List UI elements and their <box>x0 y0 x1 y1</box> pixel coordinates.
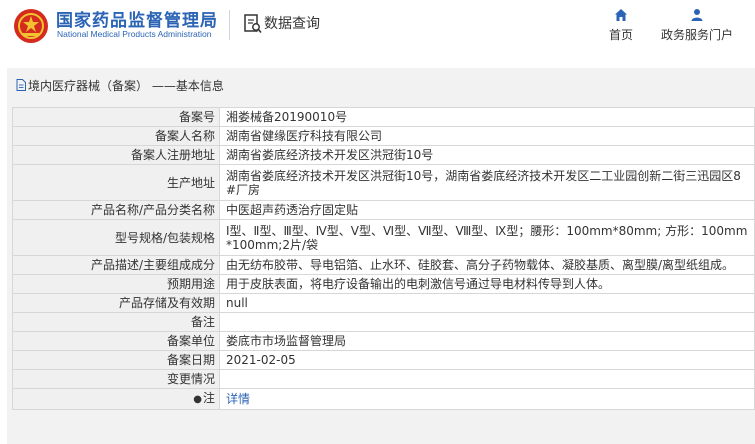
note-label: 注 <box>202 391 215 405</box>
site-header: 国家药品监督管理局 National Medical Products Admi… <box>0 0 755 60</box>
details-link[interactable]: 详情 <box>226 392 250 406</box>
table-row: 备案人名称 湖南省健缘医疗科技有限公司 <box>12 126 755 146</box>
row-label: 变更情况 <box>12 369 220 389</box>
table-row: 备案日期 2021-02-05 <box>12 350 755 370</box>
document-icon <box>16 79 26 91</box>
table-row: 生产地址 湖南省娄底经济技术开发区洪冠街10号，湖南省娄底经济技术开发区二工业园… <box>12 164 755 201</box>
row-label: 备案人注册地址 <box>12 145 220 165</box>
row-label: 备案号 <box>12 107 220 127</box>
table-row: 备注 <box>12 312 755 332</box>
row-value: 湘娄械备20190010号 <box>219 107 755 127</box>
logo-title: 国家药品监督管理局 <box>56 11 218 31</box>
row-label: 备案日期 <box>12 350 220 370</box>
row-label: 生产地址 <box>12 164 220 201</box>
table-row: 型号规格/包装规格 Ⅰ型、Ⅱ型、Ⅲ型、Ⅳ型、Ⅴ型、Ⅵ型、Ⅶ型、Ⅷ型、Ⅸ型；腰形：… <box>12 219 755 256</box>
row-label: 预期用途 <box>12 274 220 294</box>
row-value: 用于皮肤表面，将电疗设备输出的电刺激信号通过导电材料传导到人体。 <box>219 274 755 294</box>
table-row: 备案号 湘娄械备20190010号 <box>12 107 755 127</box>
row-label: 产品存储及有效期 <box>12 293 220 313</box>
national-emblem-icon <box>14 9 48 43</box>
nav-home-link[interactable]: 首页 <box>601 8 641 48</box>
logo-subtitle: National Medical Products Administration <box>57 29 212 39</box>
row-value: 湖南省娄底经济技术开发区洪冠街10号，湖南省娄底经济技术开发区二工业园创新二街三… <box>219 164 755 201</box>
table-row: 产品描述/主要组成成分 由无纺布胶带、导电铝箔、止水环、硅胶套、高分子药物载体、… <box>12 255 755 275</box>
row-value: 湖南省娄底经济技术开发区洪冠街10号 <box>219 145 755 165</box>
row-label: 产品名称/产品分类名称 <box>12 200 220 220</box>
user-icon <box>691 9 703 21</box>
row-value <box>219 312 755 332</box>
row-value: 湖南省健缘医疗科技有限公司 <box>219 126 755 146</box>
page-title: 数据查询 <box>264 16 320 32</box>
pin-icon: ● <box>193 394 202 405</box>
table-row: 产品名称/产品分类名称 中医超声药透治疗固定贴 <box>12 200 755 220</box>
row-value: 2021-02-05 <box>219 350 755 370</box>
note-label-cell: ●注 <box>12 388 220 410</box>
breadcrumb: 境内医疗器械（备案） ——基本信息 <box>16 76 224 94</box>
table-row: 备案人注册地址 湖南省娄底经济技术开发区洪冠街10号 <box>12 145 755 165</box>
row-value: 中医超声药透治疗固定贴 <box>219 200 755 220</box>
table-row-note: ●注 详情 <box>12 388 755 410</box>
row-value: 由无纺布胶带、导电铝箔、止水环、硅胶套、高分子药物载体、凝胶基质、离型膜/离型纸… <box>219 255 755 275</box>
search-document-icon <box>244 14 262 34</box>
note-value-cell: 详情 <box>219 388 755 410</box>
row-label: 备案人名称 <box>12 126 220 146</box>
nav-home-label: 首页 <box>608 28 633 42</box>
row-label: 备注 <box>12 312 220 332</box>
breadcrumb-text: 境内医疗器械（备案） ——基本信息 <box>28 78 224 93</box>
content-panel: 境内医疗器械（备案） ——基本信息 备案号 湘娄械备20190010号 备案人名… <box>7 68 755 444</box>
table-row: 备案单位 娄底市市场监督管理局 <box>12 331 755 351</box>
nav-portal-link[interactable]: 政务服务门户 <box>656 8 738 48</box>
row-label: 型号规格/包装规格 <box>12 219 220 256</box>
table-row: 产品存储及有效期 null <box>12 293 755 313</box>
home-icon <box>615 9 627 21</box>
detail-table: 备案号 湘娄械备20190010号 备案人名称 湖南省健缘医疗科技有限公司 备案… <box>12 107 755 410</box>
row-label: 备案单位 <box>12 331 220 351</box>
table-row: 预期用途 用于皮肤表面，将电疗设备输出的电刺激信号通过导电材料传导到人体。 <box>12 274 755 294</box>
table-row: 变更情况 <box>12 369 755 389</box>
row-value: Ⅰ型、Ⅱ型、Ⅲ型、Ⅳ型、Ⅴ型、Ⅵ型、Ⅶ型、Ⅷ型、Ⅸ型；腰形：100mm*80mm… <box>219 219 755 256</box>
header-divider <box>229 10 230 40</box>
row-value <box>219 369 755 389</box>
row-value: 娄底市市场监督管理局 <box>219 331 755 351</box>
row-label: 产品描述/主要组成成分 <box>12 255 220 275</box>
nav-portal-label: 政务服务门户 <box>660 28 733 42</box>
row-value: null <box>219 293 755 313</box>
